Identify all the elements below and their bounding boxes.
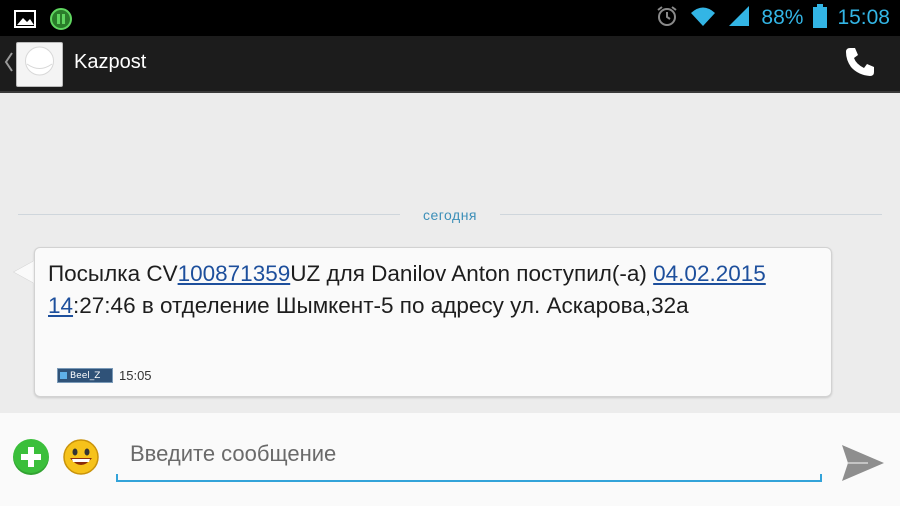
input-underline-tick-left [116,474,118,481]
composer [0,413,900,506]
action-bar: Kazpost [0,36,900,93]
tracking-number-link[interactable]: 100871359 [178,261,291,286]
input-underline [116,480,822,482]
message-time: 15:05 [119,368,152,383]
message-meta: Beel_Z 15:05 [57,368,152,383]
battery-percent: 88% [761,6,804,29]
call-button[interactable] [840,46,880,82]
contact-avatar[interactable] [16,42,63,87]
clock: 15:08 [837,6,890,29]
day-divider-label: сегодня [422,207,478,223]
app-notification-icon [50,8,72,34]
wifi-icon [689,4,717,32]
bubble-tail [14,261,34,283]
contact-name[interactable]: Kazpost [74,51,146,74]
status-bar: 88% 15:08 [0,0,900,36]
back-icon[interactable] [4,51,14,77]
sim-badge: Beel_Z [57,368,113,383]
message-text-part: UZ для Danilov Anton поступил(-а) [290,261,654,286]
message-input[interactable] [116,429,822,479]
conversation-area[interactable]: сегодня Посылка CV100871359UZ для Danilo… [0,93,900,413]
send-icon[interactable] [838,441,888,485]
message-bubble[interactable]: Посылка CV100871359UZ для Danilov Anton … [34,247,832,397]
message-text-part: :27:46 в отделение Шымкент-5 по адресу у… [73,293,689,318]
message-text-part: Посылка CV [48,261,178,286]
message-text: Посылка CV100871359UZ для Danilov Anton … [48,258,818,322]
battery-icon [813,4,828,32]
signal-icon [727,4,751,32]
phone-icon [843,45,877,83]
gallery-icon [14,9,36,33]
emoji-icon[interactable] [62,438,100,476]
add-attachment-icon[interactable] [13,439,49,475]
alarm-icon [655,4,679,32]
input-underline-tick-right [820,474,822,481]
message-input-wrap [116,429,822,483]
